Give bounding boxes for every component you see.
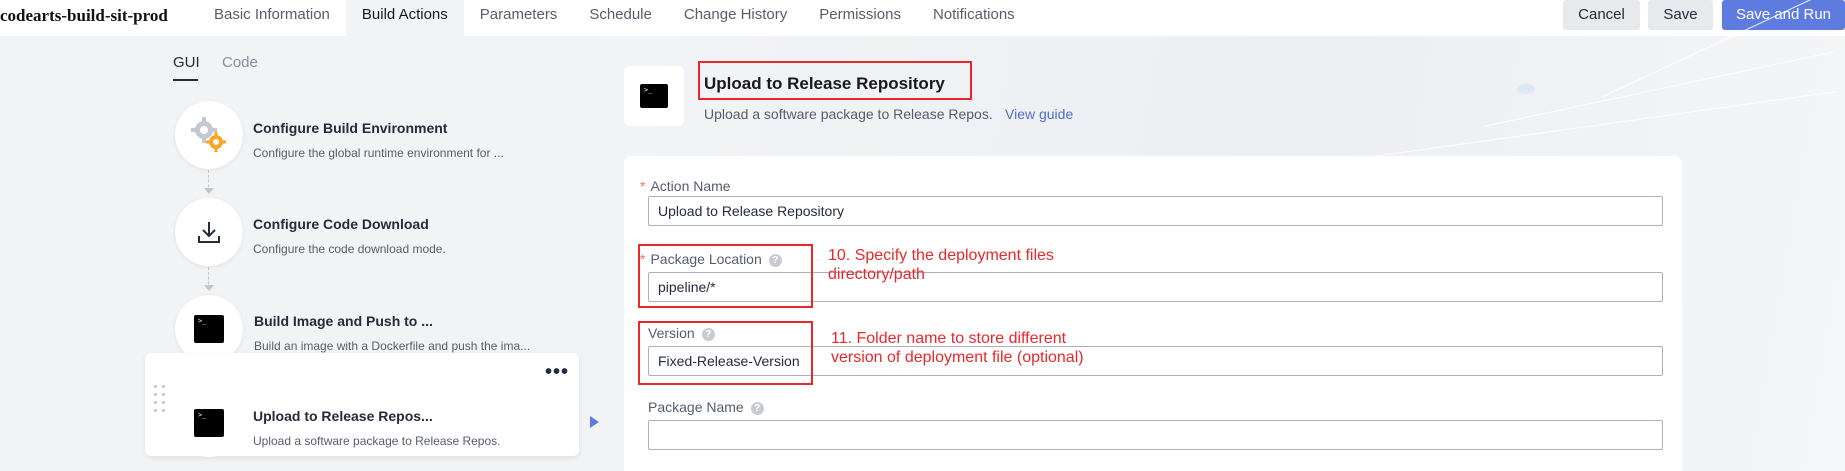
step-description: Configure the global runtime environment… (253, 146, 504, 160)
connector-arrow-icon (204, 285, 214, 291)
help-icon[interactable]: ? (768, 254, 782, 267)
step-icon-build-environment[interactable] (175, 101, 243, 169)
tab-change-history[interactable]: Change History (668, 0, 803, 36)
tab-schedule[interactable]: Schedule (573, 0, 668, 36)
step-icon-code-download[interactable] (175, 198, 243, 266)
required-mark: * (640, 178, 646, 194)
package-name-input[interactable] (648, 420, 1663, 450)
step-title[interactable]: Configure Code Download (253, 216, 429, 232)
step-header-icon: >_ (624, 66, 684, 126)
step-description: Upload a software package to Release Rep… (253, 434, 501, 448)
action-name-input[interactable] (648, 196, 1663, 226)
drag-handle-icon[interactable] (154, 385, 166, 413)
tab-gui[interactable]: GUI (173, 54, 200, 71)
step-detail-description: Upload a software package to Release Rep… (704, 106, 993, 122)
package-location-label: * Package Location? (640, 251, 782, 267)
more-options-icon[interactable]: ••• (545, 361, 569, 384)
selected-step-arrow-icon (590, 416, 599, 428)
tab-code[interactable]: Code (222, 54, 258, 71)
download-icon (198, 222, 220, 243)
tab-parameters[interactable]: Parameters (464, 0, 574, 36)
top-bar: codearts-build-sit-prod Basic Informatio… (0, 0, 1845, 36)
annotation-note-11: 11. Folder name to store different versi… (831, 330, 1084, 366)
terminal-icon: >_ (640, 84, 668, 108)
step-detail-title: Upload to Release Repository (704, 74, 945, 93)
terminal-icon: >_ (194, 409, 224, 437)
connector-arrow-icon (204, 188, 214, 194)
app-title: codearts-build-sit-prod (0, 6, 168, 25)
step-description: Build an image with a Dockerfile and pus… (254, 339, 531, 353)
required-mark: * (640, 251, 646, 267)
help-icon[interactable]: ? (750, 402, 764, 415)
tab-notifications[interactable]: Notifications (917, 0, 1031, 36)
save-and-run-button[interactable]: Save and Run (1722, 0, 1845, 30)
version-label: Version? (648, 325, 715, 341)
step-icon-upload-release[interactable]: >_ (175, 389, 243, 457)
tab-bar: Basic Information Build Actions Paramete… (198, 0, 1031, 36)
active-tab-indicator (173, 79, 198, 81)
tab-basic-information[interactable]: Basic Information (198, 0, 346, 36)
gear-icon (191, 117, 226, 152)
step-description: Configure the code download mode. (253, 242, 446, 256)
save-button[interactable]: Save (1648, 0, 1713, 30)
annotation-note-10: 10. Specify the deployment files directo… (828, 247, 1054, 283)
step-title[interactable]: Upload to Release Repos... (253, 408, 433, 424)
decorative-dot (1517, 84, 1535, 94)
step-title[interactable]: Configure Build Environment (253, 120, 447, 136)
package-name-label: Package Name? (648, 399, 764, 415)
package-location-input[interactable] (648, 272, 1663, 302)
view-guide-link[interactable]: View guide (1005, 106, 1073, 122)
help-icon[interactable]: ? (701, 328, 715, 341)
tab-permissions[interactable]: Permissions (803, 0, 917, 36)
cancel-button[interactable]: Cancel (1563, 0, 1640, 30)
step-title[interactable]: Build Image and Push to ... (254, 313, 433, 329)
version-input[interactable] (648, 346, 1663, 376)
action-name-label: * Action Name (640, 178, 731, 194)
terminal-icon: >_ (194, 315, 224, 343)
tab-build-actions[interactable]: Build Actions (345, 0, 464, 36)
